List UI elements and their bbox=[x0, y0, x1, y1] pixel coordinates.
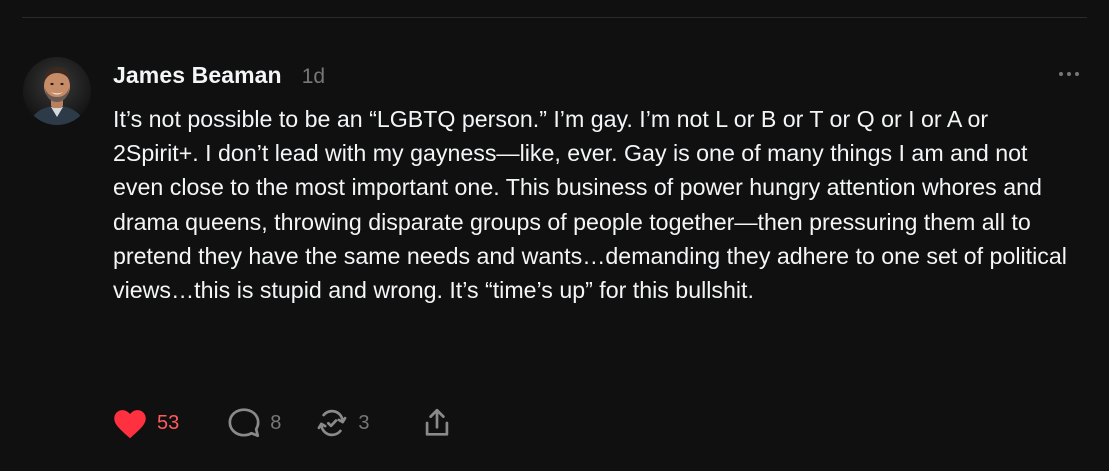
share-button[interactable] bbox=[420, 406, 454, 440]
repost-icon bbox=[315, 406, 349, 440]
author-name[interactable]: James Beaman bbox=[113, 62, 282, 89]
comment-icon bbox=[227, 406, 261, 440]
post-actions: 53 8 3 bbox=[112, 404, 454, 442]
post-header: James Beaman 1d bbox=[113, 62, 325, 89]
more-options-icon-dot bbox=[1075, 72, 1079, 76]
post-timestamp[interactable]: 1d bbox=[302, 65, 325, 89]
like-count: 53 bbox=[157, 411, 180, 434]
post-text: It’s not possible to be an “LGBTQ person… bbox=[113, 106, 1067, 304]
avatar-image bbox=[23, 57, 91, 125]
more-options-icon bbox=[1059, 72, 1063, 76]
reply-count: 8 bbox=[270, 411, 282, 434]
repost-button[interactable]: 3 bbox=[315, 406, 370, 440]
reply-button[interactable]: 8 bbox=[227, 406, 281, 440]
heart-icon bbox=[112, 406, 148, 440]
avatar[interactable] bbox=[23, 57, 91, 125]
repost-count: 3 bbox=[358, 411, 370, 434]
divider bbox=[22, 17, 1087, 18]
like-button[interactable]: 53 bbox=[112, 406, 179, 440]
more-options-button[interactable] bbox=[1054, 66, 1084, 82]
more-options-icon-dot bbox=[1067, 72, 1071, 76]
share-icon bbox=[420, 406, 454, 440]
thread-post: James Beaman 1d It’s not possible to be … bbox=[0, 0, 1109, 471]
